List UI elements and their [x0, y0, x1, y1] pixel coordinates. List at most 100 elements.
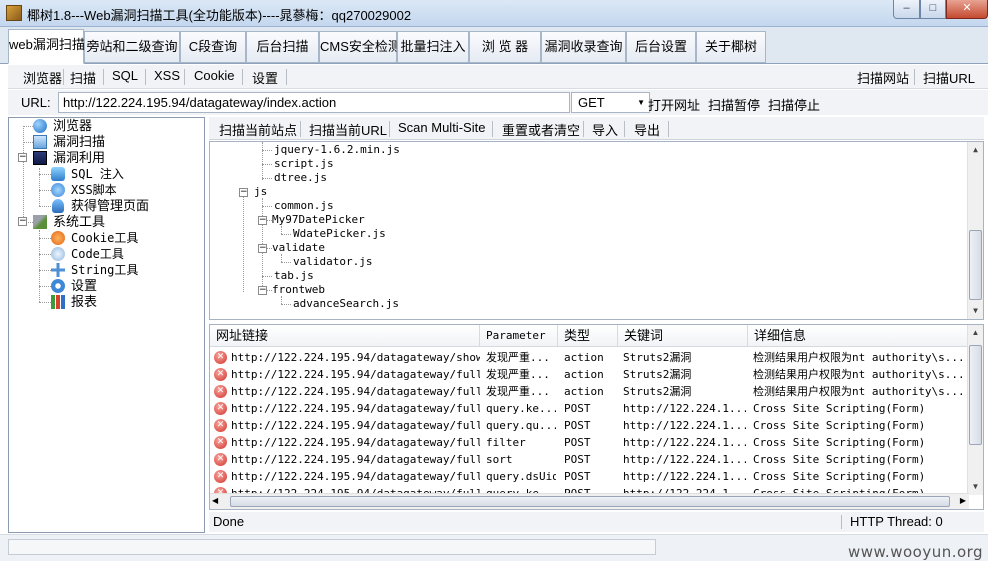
tree-node-folder[interactable]: js	[254, 185, 267, 199]
tree-node-folder[interactable]: frontweb	[272, 283, 325, 297]
minimize-button[interactable]: –	[893, 0, 920, 19]
tab-c-segment[interactable]: C段查询	[180, 31, 246, 63]
scroll-left-icon[interactable]: ◀	[212, 496, 218, 505]
import-button[interactable]: 导入	[592, 120, 618, 139]
cell-detail: Cross Site Scripting(Form)	[753, 436, 926, 449]
site-file-tree: jquery-1.6.2.min.js script.js dtree.js −…	[209, 141, 984, 320]
scan-window-icon	[33, 135, 47, 149]
tab-cms-check[interactable]: CMS安全检测	[319, 31, 401, 63]
sidebar-tree: 浏览器 漏洞扫描 − 漏洞利用 SQL 注入 XSS脚本 获得管理页面 − 系统…	[8, 117, 205, 533]
separator	[63, 69, 64, 85]
tree-node-file[interactable]: WdatePicker.js	[293, 227, 386, 241]
scroll-thumb[interactable]	[230, 496, 950, 507]
toolbar-settings[interactable]: 设置	[252, 68, 278, 87]
sidebar-item-label: XSS脚本	[71, 183, 117, 197]
tab-side-site[interactable]: 旁站和二级查询	[84, 31, 180, 63]
toolbar-xss[interactable]: XSS	[154, 68, 180, 83]
stop-scan-button[interactable]: 扫描停止	[768, 95, 820, 114]
tree-node-folder[interactable]: My97DatePicker	[272, 213, 365, 227]
scan-url-button[interactable]: 扫描URL	[923, 68, 975, 87]
scroll-right-icon[interactable]: ▶	[960, 496, 966, 505]
tab-browser[interactable]: 浏 览 器	[469, 31, 541, 63]
column-header-keyword[interactable]: 关键词	[618, 325, 748, 347]
tree-node-file[interactable]: dtree.js	[274, 171, 327, 185]
column-header-parameter[interactable]: Parameter	[480, 325, 558, 347]
results-table: 网址链接 Parameter 类型 关键词 详细信息 ✕ http://122.2…	[209, 324, 984, 510]
reset-clear-button[interactable]: 重置或者清空	[502, 120, 580, 139]
table-row[interactable]: ✕ http://122.224.195.94/datagateway/full.…	[210, 383, 970, 400]
tree-node-file[interactable]: jquery-1.6.2.min.js	[274, 143, 400, 157]
export-button[interactable]: 导出	[634, 120, 660, 139]
table-row[interactable]: ✕ http://122.224.195.94/datagateway/full.…	[210, 366, 970, 383]
tree-node-file[interactable]: advanceSearch.js	[293, 297, 399, 311]
collapse-icon[interactable]: −	[18, 153, 27, 162]
tab-admin-scan[interactable]: 后台扫描	[246, 31, 319, 63]
collapse-icon[interactable]: −	[18, 217, 27, 226]
table-row[interactable]: ✕ http://122.224.195.94/datagateway/full.…	[210, 400, 970, 417]
separator	[583, 121, 584, 137]
scroll-up-icon[interactable]: ▲	[968, 142, 983, 158]
maximize-button[interactable]: □	[920, 0, 946, 19]
cell-keyword: Struts2漏洞	[623, 351, 692, 364]
toolbar-browser[interactable]: 浏览器	[23, 68, 62, 87]
watermark: www.wooyun.org	[848, 543, 984, 561]
cell-keyword: http://122.224.1...	[623, 402, 746, 415]
toolbar-sql[interactable]: SQL	[112, 68, 138, 83]
file-tree-scrollbar[interactable]: ▲ ▼	[967, 142, 983, 319]
collapse-icon[interactable]: −	[258, 216, 267, 225]
error-icon: ✕	[214, 470, 227, 483]
scan-current-site-button[interactable]: 扫描当前站点	[219, 120, 297, 139]
column-header-detail[interactable]: 详细信息	[748, 325, 970, 347]
window-title: 椰树1.8---Web漏洞扫描工具(全功能版本)----晁蔘梅：qq270029…	[27, 8, 412, 23]
open-url-button[interactable]: 打开网址	[648, 95, 700, 114]
table-row[interactable]: ✕ http://122.224.195.94/datagateway/show.…	[210, 349, 970, 366]
table-row[interactable]: ✕ http://122.224.195.94/datagateway/full.…	[210, 468, 970, 485]
table-row[interactable]: ✕ http://122.224.195.94/datagateway/full.…	[210, 417, 970, 434]
collapse-icon[interactable]: −	[258, 286, 267, 295]
tab-batch-inject[interactable]: 批量扫注入	[397, 31, 469, 63]
error-icon: ✕	[214, 436, 227, 449]
scan-site-button[interactable]: 扫描网站	[857, 68, 909, 87]
toolbar-cookie[interactable]: Cookie	[194, 68, 234, 83]
cell-type: action	[564, 351, 604, 364]
tree-node-file[interactable]: validator.js	[293, 255, 372, 269]
sidebar-item-label: 设置	[71, 278, 98, 293]
cell-url: http://122.224.195.94/datagateway/full..…	[231, 368, 480, 381]
cell-detail: 检测结果用户权限为nt authority\s...	[753, 368, 965, 381]
tab-web-scan[interactable]: web漏洞扫描	[8, 29, 85, 64]
results-vscrollbar[interactable]: ▲ ▼	[967, 325, 983, 495]
cell-type: POST	[564, 470, 591, 483]
method-select[interactable]: GET ▼	[571, 92, 650, 113]
url-input[interactable]: http://122.224.195.94/datagateway/index.…	[58, 92, 570, 113]
table-row[interactable]: ✕ http://122.224.195.94/datagateway/full.…	[210, 451, 970, 468]
tree-node-file[interactable]: tab.js	[274, 269, 314, 283]
tab-vuln-query[interactable]: 漏洞收录查询	[541, 31, 626, 63]
cell-url: http://122.224.195.94/datagateway/full..…	[231, 453, 480, 466]
table-row[interactable]: ✕ http://122.224.195.94/datagateway/full.…	[210, 434, 970, 451]
scroll-down-icon[interactable]: ▼	[968, 303, 983, 319]
scan-current-url-button[interactable]: 扫描当前URL	[309, 120, 387, 139]
scroll-down-icon[interactable]: ▼	[968, 479, 983, 495]
tree-node-folder[interactable]: validate	[272, 241, 325, 255]
tree-node-file[interactable]: script.js	[274, 157, 334, 171]
column-header-type[interactable]: 类型	[558, 325, 618, 347]
scroll-thumb[interactable]	[969, 345, 982, 445]
column-header-url[interactable]: 网址链接	[210, 325, 480, 347]
tab-about[interactable]: 关于椰树	[696, 31, 766, 63]
tools-icon	[33, 215, 47, 229]
collapse-icon[interactable]: −	[258, 244, 267, 253]
toolbar-scan[interactable]: 扫描	[70, 68, 96, 87]
scroll-up-icon[interactable]: ▲	[968, 325, 983, 341]
close-button[interactable]: ✕	[946, 0, 988, 19]
collapse-icon[interactable]: −	[239, 188, 248, 197]
error-icon: ✕	[214, 351, 227, 364]
pause-scan-button[interactable]: 扫描暂停	[708, 95, 760, 114]
tab-settings[interactable]: 后台设置	[626, 31, 696, 63]
scan-multi-site-button[interactable]: Scan Multi-Site	[398, 120, 485, 135]
scroll-thumb[interactable]	[969, 230, 982, 300]
method-value: GET	[578, 95, 605, 110]
separator	[492, 121, 493, 137]
error-icon: ✕	[214, 453, 227, 466]
tree-node-file[interactable]: common.js	[274, 199, 334, 213]
results-hscrollbar[interactable]: ◀ ▶	[210, 493, 969, 509]
